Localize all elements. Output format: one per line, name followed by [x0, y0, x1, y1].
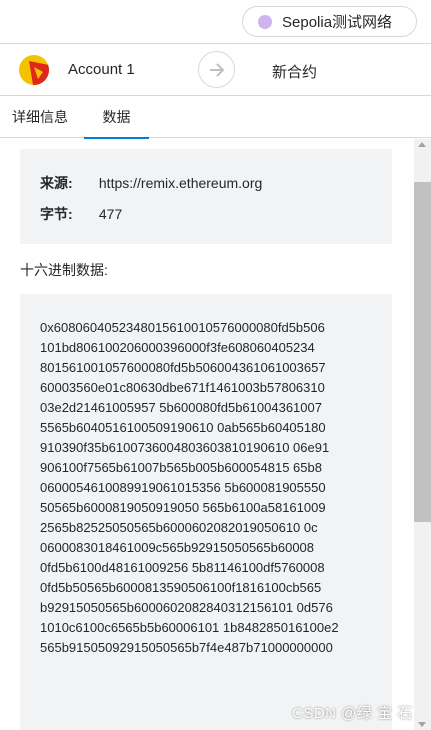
bytes-label: 字节: [40, 206, 73, 222]
bytes-value: 477 [98, 206, 123, 222]
hex-data-line: 565b91505092915050565b7f4e487b7100000000… [40, 640, 333, 655]
hex-data-line: 03e2d21461005957 5b600080fd5b61004361007 [40, 400, 322, 415]
hex-data-line: 0600054610089919061015356 5b600081905550 [40, 480, 326, 495]
tab-data[interactable]: 数据 [84, 96, 149, 139]
bytes-row: 字节: 477 [40, 204, 122, 224]
origin-label: 来源: [40, 175, 73, 191]
hex-data-line: b92915050565b6000602082840312156101 0d57… [40, 600, 333, 615]
network-label: Sepolia测试网络 [282, 14, 393, 31]
tab-details[interactable]: 详细信息 [0, 96, 80, 138]
hex-data-line: 0fd5b6100d48161009256 5b81146100df576000… [40, 560, 325, 575]
hex-data-label: 十六进制数据: [20, 262, 108, 278]
hex-data-line: 0600083018461009c565b92915050565b60008 [40, 540, 315, 555]
scroll-thumb[interactable] [414, 182, 431, 522]
scroll-up-icon[interactable] [418, 142, 426, 147]
hex-data-line: 5565b6040516100509190610 0ab565b60405180 [40, 420, 326, 435]
recipient-new-contract: 新合约 [272, 64, 318, 81]
hex-data-text: 0x6080604052348015610010576000080fd5b506… [40, 318, 376, 658]
account-name: Account 1 [68, 61, 135, 78]
hex-data-line: 60003560e01c80630dbe671f1461003b57806310 [40, 380, 325, 395]
scroll-down-icon[interactable] [418, 722, 426, 727]
network-selector[interactable]: Sepolia测试网络 [242, 6, 417, 37]
data-tab-content: 来源: https://remix.ethereum.org 字节: 477 十… [0, 139, 414, 730]
arrow-right-icon [198, 51, 235, 88]
account-jazzicon [19, 55, 49, 85]
origin-info-box: 来源: https://remix.ethereum.org 字节: 477 [20, 149, 392, 244]
origin-value: https://remix.ethereum.org [98, 175, 263, 191]
tab-bar: 详细信息 数据 [0, 96, 431, 139]
origin-row: 来源: https://remix.ethereum.org [40, 173, 262, 193]
top-bar: Sepolia测试网络 [0, 0, 431, 43]
hex-data-box[interactable]: 0x6080604052348015610010576000080fd5b506… [20, 294, 392, 730]
hex-data-line: 0fd5b50565b6000813590506100f1816100cb565 [40, 580, 322, 595]
hex-data-line: 1010c6100c6565b5b60006101 1b848285016100… [40, 620, 339, 635]
hex-data-line: 101bd806100206000396000f3fe608060405234 [40, 340, 315, 355]
sender-recipient-row: Account 1 新合约 [0, 43, 431, 96]
network-status-dot [258, 14, 272, 29]
scrollbar[interactable] [414, 139, 431, 730]
hex-data-line: 906100f7565b61007b565b005b600054815 65b8 [40, 460, 322, 475]
hex-data-line: 0x6080604052348015610010576000080fd5b506 [40, 320, 325, 335]
sender-account[interactable]: Account 1 [0, 44, 216, 96]
hex-data-line: 80156100105760008​0fd5b50600436106100365… [40, 360, 326, 375]
hex-data-line: 2565b82525050565b6000602082019050610 0c [40, 520, 318, 535]
watermark: CSDN @绿 宝 石 [292, 705, 413, 722]
hex-data-line: 50565b6000819050919050 565b6100a58161009 [40, 500, 326, 515]
hex-data-line: 910390f35b6100736004803603810190610 06e9… [40, 440, 330, 455]
